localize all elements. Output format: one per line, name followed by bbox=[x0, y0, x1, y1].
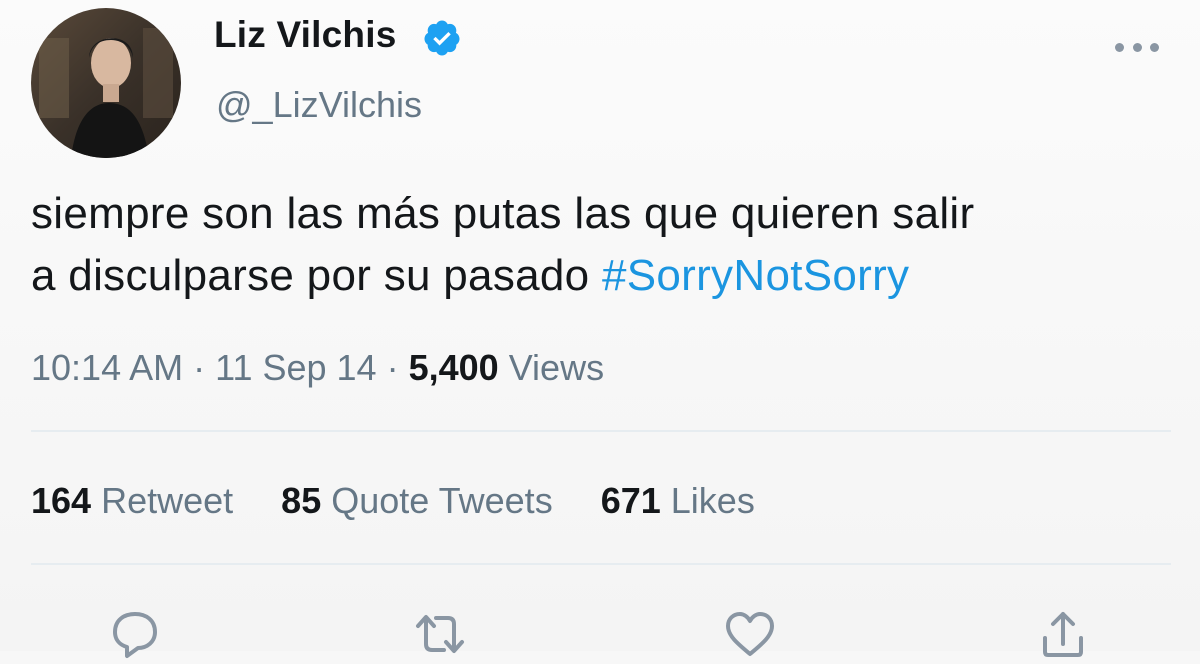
reply-icon bbox=[113, 612, 157, 658]
verified-badge-icon bbox=[424, 20, 460, 56]
display-name[interactable]: Liz Vilchis bbox=[214, 14, 396, 56]
tweet-time[interactable]: 10:14 AM bbox=[31, 347, 183, 388]
divider bbox=[31, 430, 1171, 432]
tweet-text-segment: a disculparse por su pasado bbox=[31, 251, 602, 300]
like-button[interactable] bbox=[720, 604, 780, 664]
more-dot bbox=[1115, 42, 1124, 52]
more-options-icon[interactable] bbox=[1115, 35, 1159, 59]
more-dot bbox=[1150, 42, 1159, 52]
tweet-card: Liz Vilchis @_LizVilchis siempre son las… bbox=[0, 0, 1200, 658]
retweet-button[interactable] bbox=[410, 604, 470, 664]
retweets-label: Retweet bbox=[91, 480, 234, 521]
heart-icon bbox=[726, 612, 774, 656]
tweet-text: siempre son las más putas las que quiere… bbox=[31, 183, 1171, 307]
avatar[interactable] bbox=[31, 8, 181, 158]
views-label: Views bbox=[498, 347, 605, 388]
engagement-stats: 164 Retweet 85 Quote Tweets 671 Likes bbox=[31, 480, 793, 522]
likes-count: 671 bbox=[600, 480, 661, 521]
reply-button[interactable] bbox=[105, 604, 165, 664]
meta-separator: · bbox=[183, 347, 216, 388]
user-handle[interactable]: @_LizVilchis bbox=[216, 84, 422, 126]
retweets-count: 164 bbox=[31, 480, 92, 521]
retweets-stat[interactable]: 164 Retweet bbox=[31, 480, 233, 521]
tweet-meta: 10:14 AM · 11 Sep 14 · 5,400 Views bbox=[31, 347, 604, 389]
more-dot bbox=[1132, 42, 1142, 52]
hashtag-link[interactable]: #SorryNotSorry bbox=[602, 251, 909, 300]
quotes-label: Quote Tweets bbox=[321, 480, 553, 521]
likes-label: Likes bbox=[660, 480, 755, 521]
quotes-stat[interactable]: 85 Quote Tweets bbox=[281, 480, 553, 521]
likes-stat[interactable]: 671 Likes bbox=[601, 480, 755, 521]
divider bbox=[31, 563, 1171, 565]
share-icon bbox=[1043, 612, 1083, 657]
meta-separator: · bbox=[376, 347, 409, 388]
share-button[interactable] bbox=[1033, 604, 1093, 664]
retweet-icon bbox=[416, 615, 464, 653]
tweet-text-line: a disculparse por su pasado #SorryNotSor… bbox=[31, 245, 1171, 307]
quotes-count: 85 bbox=[281, 480, 322, 521]
tweet-text-line: siempre son las más putas las que quiere… bbox=[31, 189, 975, 238]
views-count: 5,400 bbox=[408, 347, 499, 388]
tweet-date[interactable]: 11 Sep 14 bbox=[215, 347, 376, 388]
